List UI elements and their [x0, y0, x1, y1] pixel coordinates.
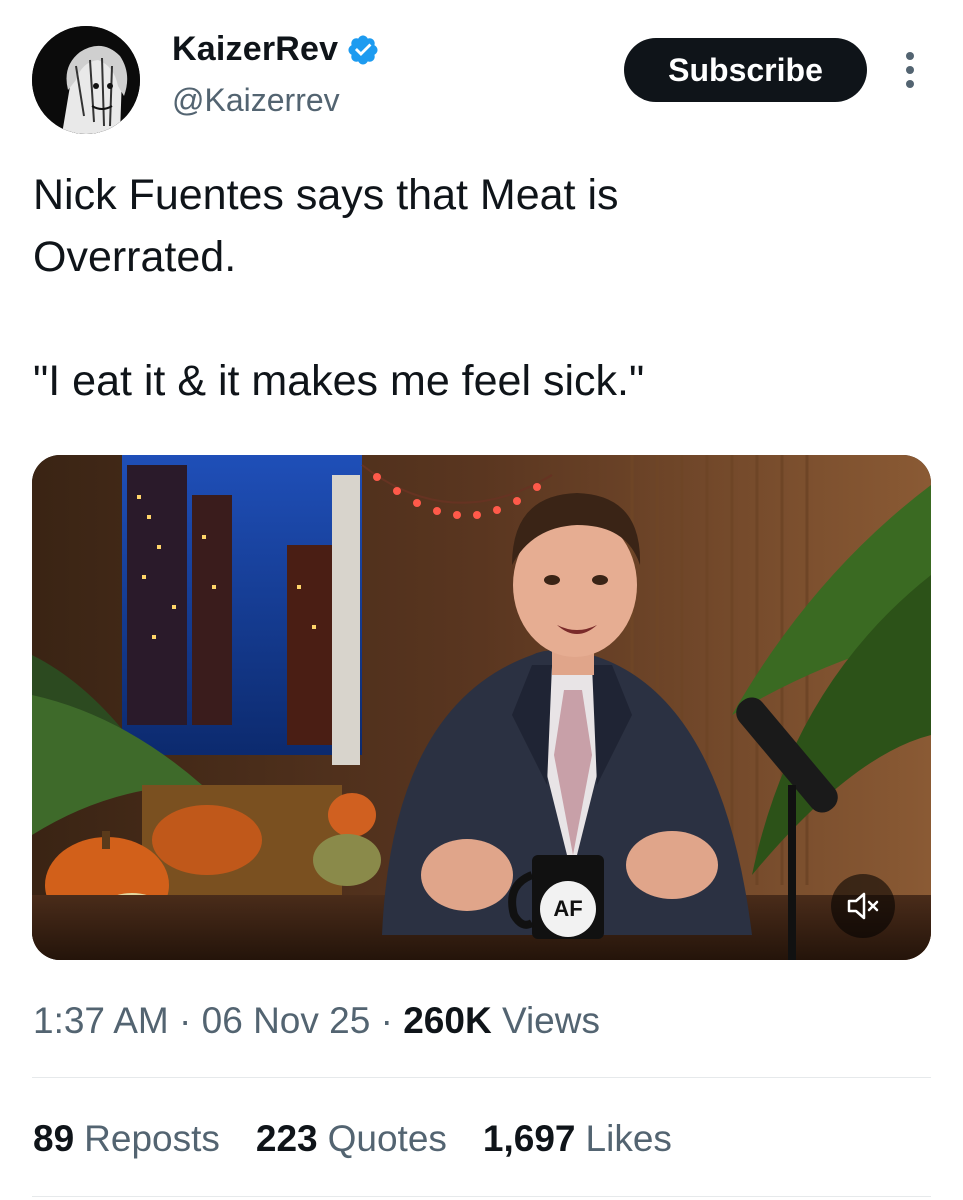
tweet-date[interactable]: 06 Nov 25: [202, 1000, 371, 1041]
more-options-button[interactable]: [898, 50, 922, 90]
video-frame: [32, 455, 931, 960]
display-name[interactable]: KaizerRev: [172, 30, 338, 69]
tweet-time[interactable]: 1:37 AM: [33, 1000, 169, 1041]
quotes-stat[interactable]: 223 Quotes: [256, 1118, 447, 1160]
meta-separator: ·: [179, 1000, 192, 1041]
avatar[interactable]: [32, 26, 140, 134]
verified-badge-icon: [348, 34, 378, 65]
tweet-text-line-2: "I eat it & it makes me feel sick.": [33, 357, 645, 405]
reposts-count: 89: [33, 1118, 75, 1159]
quotes-count: 223: [255, 1118, 318, 1159]
subscribe-button[interactable]: Subscribe: [624, 38, 867, 102]
reposts-stat[interactable]: 89 Reposts: [33, 1118, 220, 1160]
volume-muted-icon: [847, 892, 879, 920]
mug-logo: AF: [540, 881, 596, 937]
engagement-stats: 89 Reposts 223 Quotes 1,697 Likes: [33, 1118, 708, 1160]
divider: [32, 1077, 931, 1078]
mug-logo-text: AF: [553, 896, 583, 921]
video-player[interactable]: AF: [32, 455, 931, 960]
more-vertical-icon: [906, 52, 914, 88]
reposts-label: Reposts: [84, 1118, 220, 1159]
mute-toggle-button[interactable]: [831, 874, 895, 938]
likes-label: Likes: [585, 1118, 672, 1159]
views-label: Views: [501, 1000, 600, 1041]
likes-count: 1,697: [482, 1118, 576, 1159]
anime-portrait-avatar-icon: [32, 26, 140, 134]
tweet-text-line-1: Nick Fuentes says that Meat is Overrated…: [33, 171, 619, 281]
divider: [32, 1196, 931, 1197]
tweet-meta: 1:37 AM · 06 Nov 25 · 260K Views: [33, 1000, 600, 1042]
views-count: 260K: [403, 1000, 492, 1041]
tweet-text: Nick Fuentes says that Meat is Overrated…: [33, 164, 913, 412]
likes-stat[interactable]: 1,697 Likes: [483, 1118, 672, 1160]
author-name-row[interactable]: KaizerRev: [172, 30, 380, 69]
author-handle[interactable]: @Kaizerrev: [172, 82, 340, 119]
quotes-label: Quotes: [327, 1118, 447, 1159]
meta-separator: ·: [380, 1000, 393, 1041]
